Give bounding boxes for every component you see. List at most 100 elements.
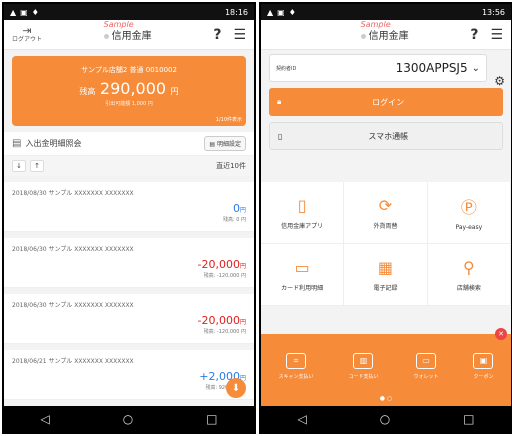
payment-action-icon: ▣ bbox=[473, 352, 494, 369]
contract-id-select[interactable]: 契約者ID 1300APPSJ5 ⌄ bbox=[269, 54, 487, 82]
payment-action[interactable]: ▣ クーポン bbox=[473, 352, 494, 380]
service-tile-label: 電子記録 bbox=[373, 284, 398, 292]
table-row[interactable]: 2018/06/21 サンプル XXXXXXX XXXXXXX +2,000円 残高… bbox=[4, 350, 254, 400]
amount-value: -20,000 bbox=[197, 258, 240, 271]
brand-title: Sample 信用金庫 bbox=[42, 20, 213, 42]
statement-section-header: ▤ 入出金明細照会 ▤ 明細設定 bbox=[4, 132, 254, 156]
amount-unit: 円 bbox=[239, 207, 246, 214]
service-tile[interactable]: ▦ 電子記録 bbox=[344, 244, 428, 306]
balance-prefix: 残高 bbox=[79, 87, 96, 96]
service-tile-icon: ▯ bbox=[297, 195, 307, 215]
payment-action-icon: ⌗ bbox=[285, 352, 306, 369]
status-bar: ▲ ▣ ♦ 18:16 bbox=[4, 4, 254, 20]
sort-desc-icon[interactable]: ↓ bbox=[12, 160, 26, 172]
settings-label: 明細設定 bbox=[216, 141, 241, 148]
available-amount: 引出可能額 1,000 円 bbox=[105, 101, 153, 107]
service-tile[interactable]: Ⓟ Pay-easy bbox=[427, 182, 511, 244]
transaction-list: 2018/08/30 サンプル XXXXXXX XXXXXXX 0円 残高: 0 円… bbox=[4, 182, 254, 400]
amount-unit: 円 bbox=[239, 263, 246, 270]
filter-row: ↓ ↑ 直近10件 bbox=[4, 156, 254, 176]
help-icon[interactable]: ? bbox=[213, 27, 221, 43]
chevron-down-icon: ⌄ bbox=[471, 62, 480, 74]
warning-icon: ▲ bbox=[10, 7, 17, 17]
payment-action[interactable]: ▥ コード支払い bbox=[348, 352, 379, 380]
arrow-down-icon: ⬇ bbox=[231, 382, 241, 394]
back-icon[interactable]: ◁ bbox=[297, 412, 306, 426]
app-header: Sample 信用金庫 ? ☰ bbox=[261, 20, 511, 50]
transaction-balance: 残高: -120,000 円 bbox=[203, 273, 246, 279]
section-title: 入出金明細照会 bbox=[25, 139, 82, 148]
service-tile[interactable]: ⟳ 外貨両替 bbox=[344, 182, 428, 244]
smartphone-passbook-button[interactable]: ▯ スマホ通帳 bbox=[269, 122, 503, 150]
phone-screenshot-right: ▲ ▣ ♦ 13:56 Sample 信用金庫 ? ☰ 契約者ID 1300APPS… bbox=[259, 2, 512, 434]
account-name: サンプル店舗2 普通 0010002 bbox=[81, 66, 177, 74]
service-tile-icon: ▦ bbox=[377, 257, 394, 277]
amount-value: -20,000 bbox=[197, 314, 240, 327]
status-bar: ▲ ▣ ♦ 13:56 bbox=[261, 4, 511, 20]
payment-bottom-bar: ⌗ スキャン支払い ▥ コード支払い ▭ ウォレット ▣ クーポン ● ○ bbox=[261, 334, 511, 406]
menu-icon[interactable]: ☰ bbox=[233, 27, 246, 43]
service-tile-label: 信用金庫アプリ bbox=[281, 222, 324, 230]
app-screen: Sample 信用金庫 ? ☰ 契約者ID 1300APPSJ5 ⌄ ⚙ 🔒︎ … bbox=[261, 20, 511, 406]
gear-icon[interactable]: ⚙ bbox=[494, 74, 505, 88]
settings-icon: ▤ bbox=[209, 141, 217, 148]
account-card[interactable]: サンプル店舗2 普通 0010002 残高 290,000 円 引出可能額 1,… bbox=[12, 56, 246, 126]
service-tile[interactable]: ▯ 信用金庫アプリ bbox=[261, 182, 345, 244]
status-time: 18:16 bbox=[224, 7, 248, 17]
statement-settings-button[interactable]: ▤ 明細設定 bbox=[204, 136, 246, 151]
scroll-down-button[interactable]: ⬇ bbox=[226, 378, 246, 398]
payment-action-icon: ▥ bbox=[353, 352, 374, 369]
sample-tag: Sample bbox=[360, 20, 391, 29]
menu-icon[interactable]: ☰ bbox=[490, 27, 503, 43]
payment-action-label: ウォレット bbox=[413, 373, 439, 380]
recents-icon[interactable]: □ bbox=[463, 412, 474, 426]
transaction-balance: 残高: 0 円 bbox=[222, 217, 246, 223]
brand-name: 信用金庫 bbox=[111, 31, 152, 42]
help-icon[interactable]: ? bbox=[470, 27, 478, 43]
brand-logo-icon bbox=[103, 33, 109, 39]
payment-action-label: クーポン bbox=[473, 373, 494, 380]
logout-button[interactable]: ⇥ ログアウト bbox=[12, 25, 42, 44]
service-tile[interactable]: ⚲ 店舗検索 bbox=[427, 244, 511, 306]
service-tile-label: Pay-easy bbox=[455, 224, 483, 231]
transaction-date-desc: 2018/06/30 サンプル XXXXXXX XXXXXXX bbox=[12, 246, 134, 253]
transaction-date-desc: 2018/08/30 サンプル XXXXXXX XXXXXXX bbox=[12, 190, 134, 197]
home-icon[interactable]: ○ bbox=[123, 412, 133, 426]
app-screen: ⇥ ログアウト Sample 信用金庫 ? ☰ サンプル店舗2 普通 00100… bbox=[4, 20, 254, 406]
account-balance: 残高 290,000 円 bbox=[12, 79, 246, 98]
sort-asc-icon[interactable]: ↑ bbox=[30, 160, 44, 172]
transaction-balance: 残高: -120,000 円 bbox=[203, 329, 246, 335]
service-tile[interactable]: ▭ カード利用明細 bbox=[261, 244, 345, 306]
brand-title: Sample 信用金庫 bbox=[299, 20, 470, 42]
service-tile-label: カード利用明細 bbox=[281, 284, 324, 292]
close-icon[interactable]: ✕ bbox=[495, 328, 507, 340]
amount-value: 0 bbox=[232, 202, 240, 215]
payment-action-label: コード支払い bbox=[348, 373, 379, 380]
login-label: ログイン bbox=[372, 97, 405, 107]
balance-value: 290,000 bbox=[99, 79, 167, 98]
transaction-date-desc: 2018/06/30 サンプル XXXXXXX XXXXXXX bbox=[12, 302, 134, 309]
transaction-date-desc: 2018/06/21 サンプル XXXXXXX XXXXXXX bbox=[12, 358, 134, 365]
page-indicator: ● ○ bbox=[379, 395, 393, 402]
service-tile-icon: ▭ bbox=[294, 257, 310, 277]
payment-action[interactable]: ⌗ スキャン支払い bbox=[278, 352, 314, 380]
back-icon[interactable]: ◁ bbox=[40, 412, 49, 426]
status-time: 13:56 bbox=[481, 7, 505, 17]
location-icon: ♦ bbox=[288, 7, 296, 17]
sim-icon: ▣ bbox=[20, 7, 28, 17]
phone-screenshot-left: ▲ ▣ ♦ 18:16 ⇥ ログアウト Sample 信用金庫 ? ☰ サンプル店舗… bbox=[2, 2, 256, 434]
transaction-amount: -20,000円 bbox=[198, 258, 246, 271]
table-row[interactable]: 2018/06/30 サンプル XXXXXXX XXXXXXX -20,000円残… bbox=[4, 294, 254, 344]
table-row[interactable]: 2018/08/30 サンプル XXXXXXX XXXXXXX 0円残高: 0 円 bbox=[4, 182, 254, 232]
table-row[interactable]: 2018/06/30 サンプル XXXXXXX XXXXXXX -20,000円残… bbox=[4, 238, 254, 288]
recent-count[interactable]: 直近10件 bbox=[216, 161, 246, 171]
payment-action[interactable]: ▭ ウォレット bbox=[413, 352, 439, 380]
recents-icon[interactable]: □ bbox=[206, 412, 217, 426]
home-icon[interactable]: ○ bbox=[380, 412, 390, 426]
brand-logo-icon bbox=[360, 33, 366, 39]
brand-name: 信用金庫 bbox=[368, 31, 409, 42]
document-icon: ▤ bbox=[12, 138, 22, 149]
payment-action-icon: ▭ bbox=[415, 352, 436, 369]
login-button[interactable]: 🔒︎ ログイン bbox=[269, 88, 503, 116]
contract-id-label: 契約者ID bbox=[276, 65, 297, 72]
